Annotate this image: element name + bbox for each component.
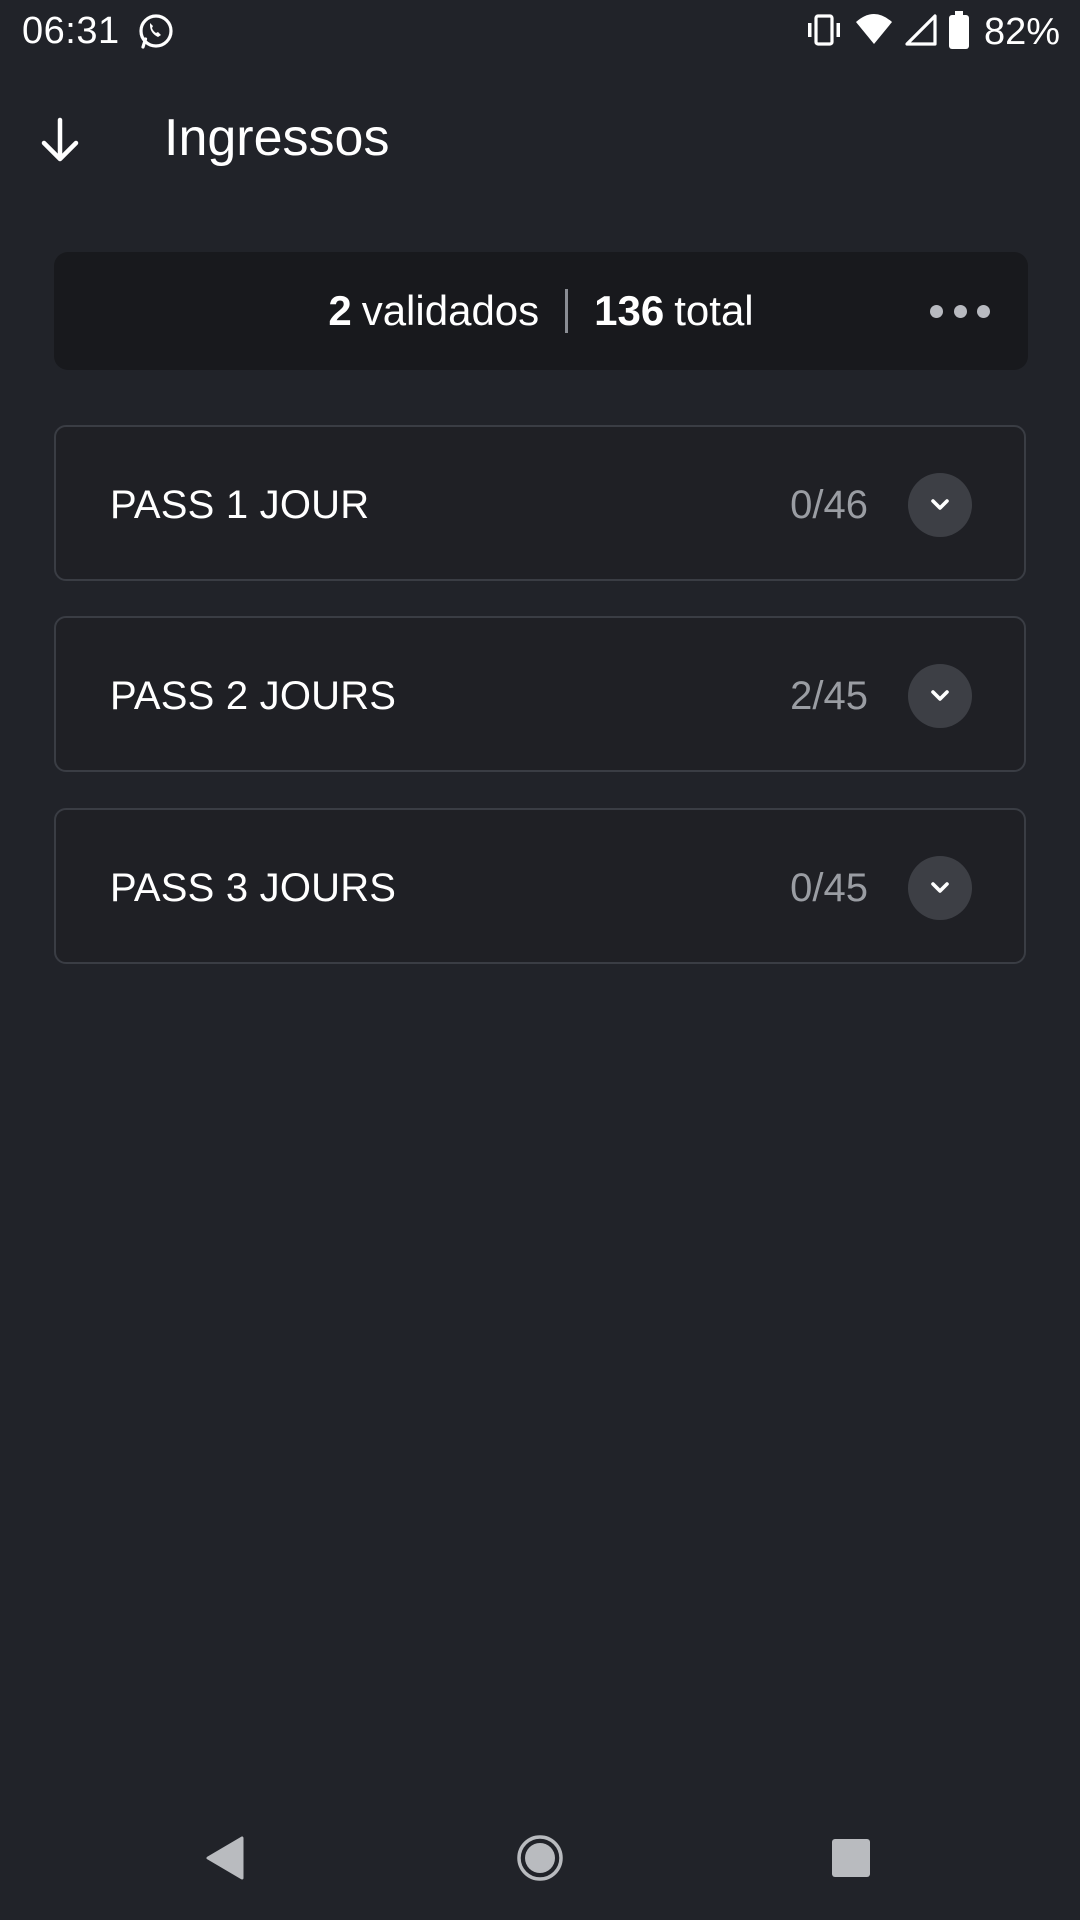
system-nav-bar: [0, 1800, 1080, 1920]
validated-count: 2: [328, 287, 352, 334]
nav-recents-icon[interactable]: [831, 1838, 871, 1883]
screen: 06:31 82% Ingressos 2 validados 136 tota…: [0, 0, 1080, 1920]
nav-back-icon[interactable]: [204, 1834, 246, 1887]
more-horizontal-icon[interactable]: [930, 296, 990, 326]
status-time: 06:31: [22, 10, 120, 52]
status-bar: 06:31 82%: [0, 0, 1080, 66]
summary-divider: [565, 289, 569, 333]
battery-percentage: 82%: [983, 10, 1060, 53]
signal-icon: [904, 12, 938, 53]
chevron-down-icon[interactable]: [908, 664, 972, 728]
dot: [930, 304, 943, 318]
wifi-icon: [854, 12, 894, 53]
validated-label: validados: [361, 287, 540, 334]
summary-card: 2 validados 136 total: [54, 252, 1028, 370]
pass-name: PASS 2 JOURS: [110, 674, 397, 718]
vibrate-icon: [804, 12, 844, 53]
arrow-down-icon[interactable]: [30, 110, 90, 170]
summary-stats: 2 validados 136 total: [54, 252, 1028, 370]
pass-name: PASS 3 JOURS: [110, 866, 397, 910]
pass-item-2-jours[interactable]: PASS 2 JOURS 2/45: [54, 616, 1026, 772]
whatsapp-icon: [136, 12, 176, 52]
pass-count: 2/45: [790, 674, 868, 718]
pass-item-1-jour[interactable]: PASS 1 JOUR 0/46: [54, 425, 1026, 581]
app-bar: Ingressos: [0, 90, 1080, 190]
status-icons: 82%: [804, 10, 1060, 54]
dot: [953, 304, 967, 318]
pass-count: 0/45: [790, 866, 868, 910]
chevron-down-icon[interactable]: [908, 473, 972, 537]
total-label: total: [674, 287, 754, 334]
pass-name: PASS 1 JOUR: [110, 483, 370, 527]
chevron-down-icon[interactable]: [908, 856, 972, 920]
battery-icon: [948, 10, 970, 55]
dot: [977, 304, 990, 318]
pass-item-3-jours[interactable]: PASS 3 JOURS 0/45: [54, 808, 1026, 964]
pass-count: 0/46: [790, 483, 868, 527]
total-count: 136: [594, 287, 665, 334]
nav-home-icon[interactable]: [516, 1834, 564, 1887]
page-title: Ingressos: [164, 109, 390, 167]
